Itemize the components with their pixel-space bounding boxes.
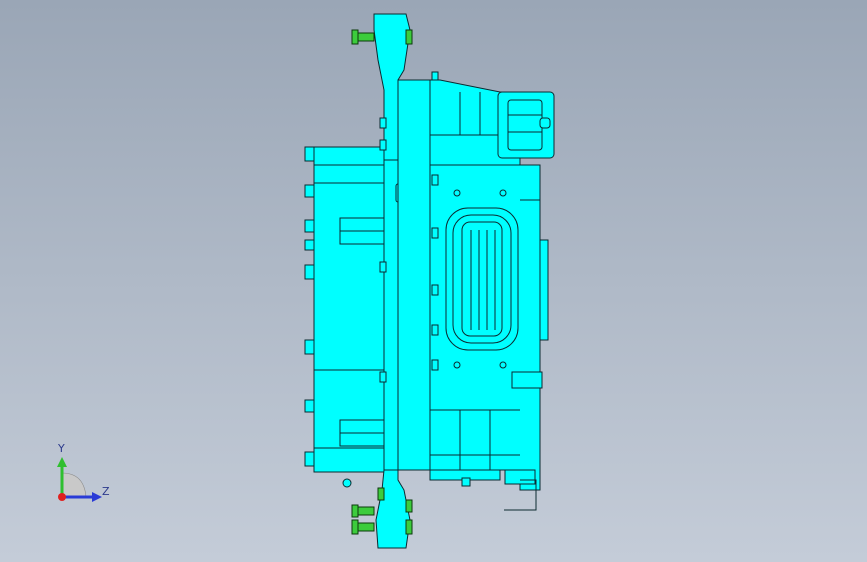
inverter-housing-model[interactable]: [0, 0, 867, 562]
top-connector: [497, 91, 555, 159]
x-axis-origin: [58, 493, 66, 501]
z-axis-arrowhead: [92, 492, 102, 502]
z-axis-label: Z: [102, 485, 110, 498]
cad-viewport[interactable]: Y Z: [0, 0, 867, 562]
y-axis-arrowhead: [57, 457, 67, 467]
y-axis-label: Y: [58, 442, 65, 455]
signal-connector: [445, 207, 519, 351]
triad-quadrant: [61, 472, 87, 498]
orientation-triad[interactable]: [40, 435, 120, 515]
